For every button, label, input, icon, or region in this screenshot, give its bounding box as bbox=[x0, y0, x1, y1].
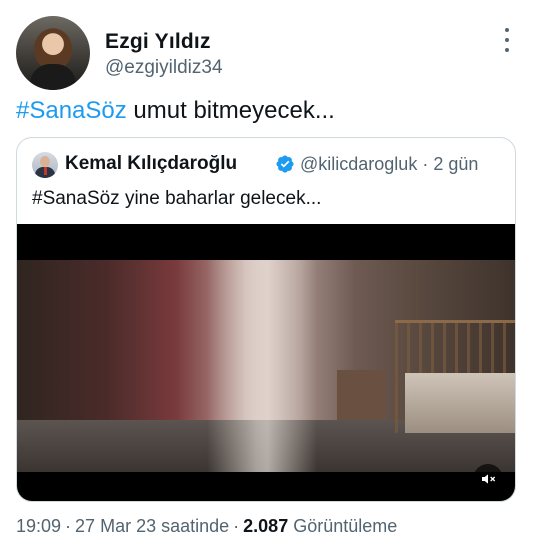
tweet-text: #SanaSöz umut bitmeyecek... bbox=[16, 96, 335, 126]
tweet-meta: 19:09 · 27 Mar 23 saatinde · 2.087 Görüntüle… bbox=[16, 516, 398, 536]
verified-badge-icon bbox=[276, 155, 294, 173]
tweet-time[interactable]: 19:09 bbox=[16, 516, 61, 536]
quoted-author-avatar[interactable] bbox=[32, 152, 58, 178]
author-handle[interactable]: @ezgiyildiz34 bbox=[105, 57, 223, 79]
avatar-figure bbox=[30, 64, 76, 90]
views-count: 2.087 bbox=[243, 516, 289, 536]
quoted-tweet-card[interactable]: Kemal Kılıçdaroğlu @kilicdarogluk · 2 gü… bbox=[16, 137, 516, 502]
tweet-body: umut bitmeyecek... bbox=[126, 97, 335, 124]
views-label: Görüntüleme bbox=[293, 516, 398, 536]
tweet-date[interactable]: 27 Mar 23 saatinde bbox=[75, 516, 229, 536]
quoted-author-meta: @kilicdarogluk · 2 gün bbox=[300, 154, 479, 174]
tweet-hashtag[interactable]: #SanaSöz bbox=[16, 97, 127, 124]
tweet-card: Ezgi Yıldız @ezgiyildiz34 #SanaSöz umut … bbox=[0, 0, 533, 560]
volume-muted-icon[interactable] bbox=[473, 464, 503, 494]
quoted-tweet-time[interactable]: 2 gün bbox=[433, 154, 478, 174]
author-avatar[interactable] bbox=[16, 16, 90, 90]
quoted-author-name[interactable]: Kemal Kılıçdaroğlu bbox=[65, 153, 237, 175]
author-display-name[interactable]: Ezgi Yıldız bbox=[105, 30, 211, 54]
more-options-icon[interactable] bbox=[496, 28, 518, 52]
quoted-video[interactable] bbox=[17, 224, 515, 501]
quoted-tweet-text: #SanaSöz yine baharlar gelecek... bbox=[32, 188, 322, 209]
quoted-author-handle[interactable]: @kilicdarogluk bbox=[300, 154, 417, 174]
video-frame bbox=[17, 260, 515, 472]
